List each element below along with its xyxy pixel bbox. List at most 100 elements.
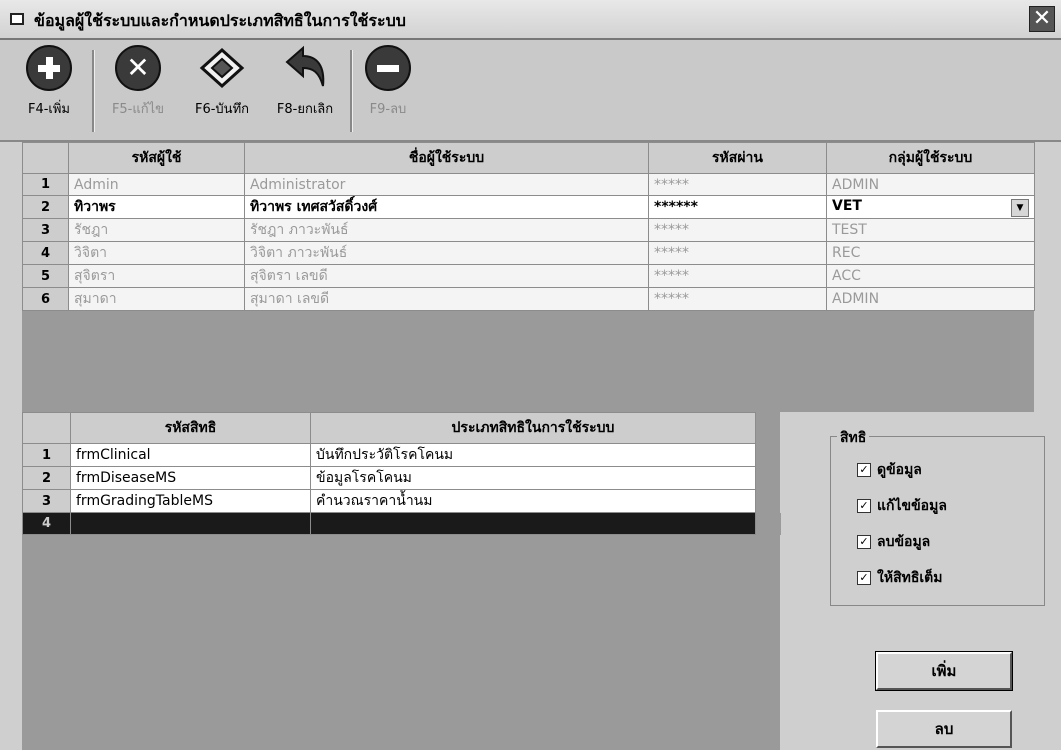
right-desc-cell[interactable]: ข้อมูลโรคโคนม (310, 466, 756, 490)
row-number[interactable]: 4 (22, 512, 71, 535)
user-name-cell[interactable]: สุจิตรา เลขดี (244, 264, 649, 288)
password-cell[interactable]: ***** (648, 173, 827, 196)
grid-filler (755, 512, 781, 535)
user-code-cell[interactable]: วิจิตา (68, 241, 245, 265)
table-row[interactable]: 4 วิจิตา วิจิตา ภาวะพันธ์ ***** REC (22, 241, 1035, 265)
column-header-password[interactable]: รหัสผ่าน (648, 142, 827, 174)
view-data-label: ดูข้อมูล (877, 462, 922, 478)
row-number[interactable]: 3 (22, 218, 69, 242)
password-cell[interactable]: ****** (648, 195, 827, 219)
delete-toolbar-button[interactable]: F9-ลบ (356, 44, 420, 119)
full-rights-checkbox[interactable]: ✓ ให้สิทธิเต็ม (857, 567, 943, 589)
close-button[interactable]: ✕ (1029, 6, 1055, 32)
user-name-cell[interactable]: Administrator (244, 173, 649, 196)
users-table: รหัสผู้ใช้ ชื่อผู้ใช้ระบบ รหัสผ่าน กลุ่ม… (22, 142, 1035, 311)
edit-data-checkbox[interactable]: ✓ แก้ไขข้อมูล (857, 495, 947, 517)
checkbox-check-icon[interactable]: ✓ (857, 499, 871, 513)
checkbox-check-icon[interactable]: ✓ (857, 571, 871, 585)
title-bar: ข้อมูลผู้ใช้ระบบและกำหนดประเภทสิทธิในการ… (0, 0, 1061, 40)
table-row[interactable]: 5 สุจิตรา สุจิตรา เลขดี ***** ACC (22, 264, 1035, 288)
password-cell[interactable]: ***** (648, 264, 827, 288)
grid-filler (755, 443, 781, 467)
user-code-cell[interactable]: สุมาดา (68, 287, 245, 311)
column-header-right-type[interactable]: ประเภทสิทธิในการใช้ระบบ (310, 412, 756, 444)
minus-circle-icon (365, 45, 411, 91)
toolbar: F4-เพิ่ม ✕ F5-แก้ไข F6-บันทึก F8-ยกเลิก (0, 40, 1061, 142)
user-group-cell[interactable]: ACC (826, 264, 1035, 288)
user-code-cell[interactable]: รัชฎา (68, 218, 245, 242)
add-toolbar-button[interactable]: F4-เพิ่ม (14, 44, 84, 119)
row-number[interactable]: 5 (22, 264, 69, 288)
table-row[interactable]: 1 Admin Administrator ***** ADMIN (22, 173, 1035, 196)
user-code-cell[interactable]: ทิวาพร (68, 195, 245, 219)
delete-data-checkbox[interactable]: ✓ ลบข้อมูล (857, 531, 930, 553)
table-row[interactable]: 6 สุมาดา สุมาดา เลขดี ***** ADMIN (22, 287, 1035, 311)
row-number[interactable]: 1 (22, 443, 71, 467)
user-group-cell[interactable]: REC (826, 241, 1035, 265)
edit-toolbar-button[interactable]: ✕ F5-แก้ไข (100, 44, 176, 119)
table-row[interactable]: 3 frmGradingTableMS คำนวณราคาน้ำนม (22, 489, 781, 513)
rights-groupbox-title: สิทธิ (837, 427, 870, 449)
table-row[interactable]: 2 frmDiseaseMS ข้อมูลโรคโคนม (22, 466, 781, 490)
user-group-cell[interactable]: ADMIN (826, 287, 1035, 311)
right-desc-cell[interactable]: บันทึกประวัติโรคโคนม (310, 443, 756, 467)
user-name-cell[interactable]: รัชฎา ภาวะพันธ์ (244, 218, 649, 242)
delete-button[interactable]: ลบ (876, 710, 1012, 748)
right-code-cell[interactable]: frmDiseaseMS (70, 466, 311, 490)
user-group-combo[interactable]: VET ▼ (826, 195, 1035, 219)
row-number[interactable]: 2 (22, 466, 71, 490)
users-header-row: รหัสผู้ใช้ ชื่อผู้ใช้ระบบ รหัสผ่าน กลุ่ม… (22, 142, 1035, 174)
right-desc-cell[interactable]: คำนวณราคาน้ำนม (310, 489, 756, 513)
table-row[interactable]: 3 รัชฎา รัชฎา ภาวะพันธ์ ***** TEST (22, 218, 1035, 242)
view-data-checkbox[interactable]: ✓ ดูข้อมูล (857, 459, 922, 481)
grid-filler (755, 489, 781, 513)
full-rights-label: ให้สิทธิเต็ม (877, 570, 943, 586)
row-header-corner (22, 142, 69, 174)
cancel-toolbar-button[interactable]: F8-ยกเลิก (266, 44, 344, 119)
rights-header-row: รหัสสิทธิ ประเภทสิทธิในการใช้ระบบ (22, 412, 781, 444)
user-group-cell[interactable]: TEST (826, 218, 1035, 242)
delete-data-label: ลบข้อมูล (877, 534, 931, 550)
password-cell[interactable]: ***** (648, 241, 827, 265)
column-header-user-name[interactable]: ชื่อผู้ใช้ระบบ (244, 142, 649, 174)
rights-groupbox: สิทธิ ✓ ดูข้อมูล ✓ แก้ไขข้อมูล ✓ ลบข้อมูล ✓… (830, 427, 1045, 606)
password-cell[interactable]: ***** (648, 287, 827, 311)
user-name-cell[interactable]: สุมาดา เลขดี (244, 287, 649, 311)
user-code-cell[interactable]: สุจิตรา (68, 264, 245, 288)
table-row[interactable]: 1 frmClinical บันทึกประวัติโรคโคนม (22, 443, 781, 467)
user-group-cell[interactable]: ADMIN (826, 173, 1035, 196)
right-desc-cell[interactable] (310, 512, 756, 535)
row-number[interactable]: 1 (22, 173, 69, 196)
toolbar-separator (92, 50, 95, 132)
row-number[interactable]: 2 (22, 195, 69, 219)
column-header-user-code[interactable]: รหัสผู้ใช้ (68, 142, 245, 174)
rights-table: รหัสสิทธิ ประเภทสิทธิในการใช้ระบบ 1 frmC… (22, 412, 781, 535)
add-toolbar-label: F4-เพิ่ม (27, 102, 71, 117)
row-number[interactable]: 4 (22, 241, 69, 265)
password-cell[interactable]: ***** (648, 218, 827, 242)
save-toolbar-button[interactable]: F6-บันทึก (182, 44, 262, 119)
toolbar-separator (350, 50, 353, 132)
column-header-right-code[interactable]: รหัสสิทธิ (70, 412, 311, 444)
right-code-cell[interactable] (70, 512, 311, 535)
user-name-cell[interactable]: ทิวาพร เทศสวัสดิ์วงศ์ (244, 195, 649, 219)
undo-arrow-icon (285, 45, 325, 87)
dropdown-arrow-icon[interactable]: ▼ (1011, 198, 1029, 217)
user-name-cell[interactable]: วิจิตา ภาวะพันธ์ (244, 241, 649, 265)
user-code-cell[interactable]: Admin (68, 173, 245, 196)
table-row-selected[interactable]: 2 ทิวาพร ทิวาพร เทศสวัสดิ์วงศ์ ****** VE… (22, 195, 1035, 219)
table-row-new[interactable]: 4 (22, 512, 781, 535)
right-code-cell[interactable]: frmGradingTableMS (70, 489, 311, 513)
right-code-cell[interactable]: frmClinical (70, 443, 311, 467)
add-button[interactable]: เพิ่ม (875, 651, 1013, 691)
column-header-user-group[interactable]: กลุ่มผู้ใช้ระบบ (826, 142, 1035, 174)
row-number[interactable]: 3 (22, 489, 71, 513)
checkbox-check-icon[interactable]: ✓ (857, 535, 871, 549)
grid-filler (755, 466, 781, 490)
edit-toolbar-label: F5-แก้ไข (111, 102, 165, 117)
window-title: ข้อมูลผู้ใช้ระบบและกำหนดประเภทสิทธิในการ… (34, 11, 406, 30)
plus-circle-icon (26, 45, 72, 91)
window-app-icon (10, 13, 24, 25)
row-number[interactable]: 6 (22, 287, 69, 311)
checkbox-check-icon[interactable]: ✓ (857, 463, 871, 477)
